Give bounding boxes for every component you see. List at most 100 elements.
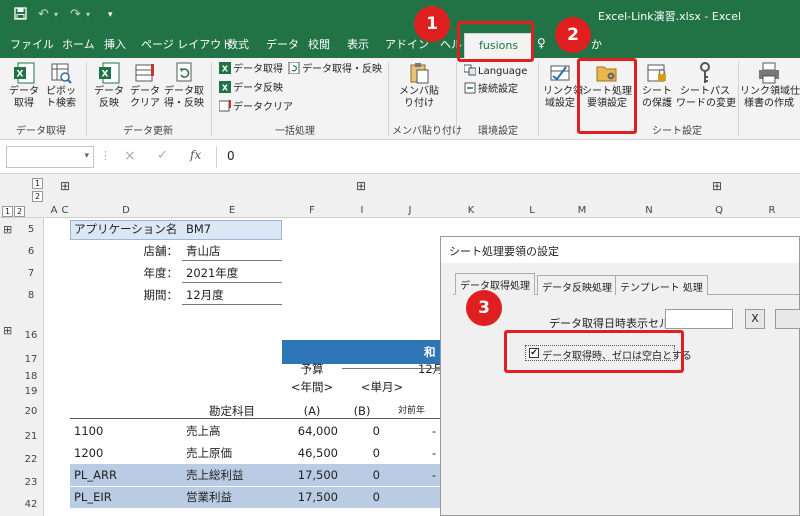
sheet-password-button[interactable]: シートパス ワードの変更 (676, 62, 736, 110)
tab-view[interactable]: 表示 (347, 36, 369, 52)
account-name[interactable]: 売上高 (186, 420, 221, 442)
tab-tell-me[interactable]: か (591, 36, 602, 52)
column-header-r[interactable]: R (744, 204, 800, 218)
expand-columns-icon[interactable]: ⊞ (356, 179, 366, 193)
account-name[interactable]: 売上総利益 (186, 464, 244, 486)
expand-rows-icon[interactable]: ⊞ (3, 223, 12, 236)
column-header-l[interactable]: L (504, 204, 560, 218)
column-header-j[interactable]: J (382, 204, 438, 218)
annual-value[interactable]: 46,500 (282, 442, 338, 464)
column-level-1-button[interactable]: 1 (32, 178, 43, 189)
column-header-a[interactable]: A (49, 204, 59, 218)
tab-data-reflect-process[interactable]: データ反映処理 (537, 275, 617, 295)
column-header-f[interactable]: F (282, 204, 342, 218)
account-code[interactable]: PL_ARR (74, 464, 117, 486)
column-level-2-button[interactable]: 2 (32, 191, 43, 202)
data-clear-button[interactable]: データ クリア (128, 62, 162, 110)
column-header-i[interactable]: I (342, 204, 382, 218)
column-header-n[interactable]: N (604, 204, 694, 218)
column-header-c[interactable]: C (60, 204, 70, 218)
tab-formulas[interactable]: 数式 (227, 36, 249, 52)
column-header-d[interactable]: D (70, 204, 182, 218)
name-box[interactable]: ▾ (6, 146, 94, 168)
extra-button[interactable] (775, 309, 800, 329)
quick-access-customize-icon[interactable]: ▾ (108, 7, 113, 23)
row-header-23[interactable]: 23 (20, 477, 42, 488)
monthly-value[interactable]: 0 (342, 420, 380, 442)
insert-function-icon[interactable]: fx (190, 148, 201, 162)
data-get-reflect-button[interactable]: データ取 得・反映 (164, 62, 204, 110)
tab-review[interactable]: 校閲 (308, 36, 330, 52)
batch-data-clear-button[interactable]: データクリア (219, 100, 293, 115)
undo-dropdown-icon[interactable]: ▾ (54, 7, 58, 23)
yoy-value[interactable]: - (432, 420, 436, 442)
account-code[interactable]: PL_EIR (74, 486, 112, 508)
annual-value[interactable]: 17,500 (282, 486, 338, 508)
account-code[interactable]: 1200 (74, 442, 103, 464)
monthly-value[interactable]: 0 (342, 442, 380, 464)
batch-data-get-reflect-button[interactable]: データ取得・反映 (288, 62, 382, 77)
connect-settings-button[interactable]: 接続設定 (464, 82, 518, 97)
expand-columns-icon[interactable]: ⊞ (712, 179, 722, 193)
expand-columns-icon[interactable]: ⊞ (60, 179, 70, 193)
row-header-16[interactable]: 16 (20, 330, 42, 341)
store-value[interactable]: 青山店 (186, 240, 221, 262)
batch-data-get-button[interactable]: X データ取得 (219, 62, 283, 77)
data-get-button[interactable]: X データ 取得 (6, 62, 42, 110)
formula-input[interactable]: 0 (216, 146, 800, 168)
row-level-2-button[interactable]: 2 (14, 206, 25, 217)
annual-value[interactable]: 64,000 (282, 420, 338, 442)
row-level-1-button[interactable]: 1 (2, 206, 13, 217)
save-icon[interactable] (14, 7, 27, 25)
tab-data-get-process[interactable]: データ取得処理 (455, 273, 535, 295)
member-paste-button[interactable]: メンバ貼 り付け (396, 62, 442, 110)
tab-file[interactable]: ファイル (10, 36, 54, 52)
lightbulb-icon[interactable]: ♀ (537, 36, 546, 50)
row-header-7[interactable]: 7 (20, 268, 42, 279)
yoy-value[interactable]: - (432, 442, 436, 464)
link-area-doc-button[interactable]: リンク領域仕 様書の作成 (740, 62, 800, 110)
redo-dropdown-icon[interactable]: ▾ (86, 7, 90, 23)
account-name[interactable]: 営業利益 (186, 486, 232, 508)
undo-icon[interactable]: ↶ (38, 7, 49, 23)
cancel-entry-icon[interactable]: × (124, 148, 136, 164)
dialog-title-bar[interactable]: シート処理要領の設定 (441, 237, 799, 263)
row-header-17[interactable]: 17 (20, 354, 42, 365)
account-code[interactable]: 1100 (74, 420, 103, 442)
tab-template-process[interactable]: テンプレート 処理 (615, 275, 708, 295)
row-header-22[interactable]: 22 (20, 454, 42, 465)
row-header-21[interactable]: 21 (20, 431, 42, 442)
language-button[interactable]: Language (464, 64, 527, 79)
row-header-20[interactable]: 20 (20, 406, 42, 417)
batch-data-reflect-button[interactable]: X データ反映 (219, 81, 283, 96)
tab-page-layout[interactable]: ページ レイアウト (141, 36, 232, 52)
name-box-dropdown-icon[interactable]: ▾ (84, 151, 89, 161)
account-name[interactable]: 売上原価 (186, 442, 232, 464)
data-reflect-button[interactable]: X データ 反映 (92, 62, 126, 110)
column-header-k[interactable]: K (438, 204, 504, 218)
yoy-value[interactable]: - (432, 464, 436, 486)
tab-data[interactable]: データ (266, 36, 299, 52)
row-header-19[interactable]: 19 (20, 386, 42, 397)
monthly-value[interactable]: 0 (342, 464, 380, 486)
confirm-entry-icon[interactable]: ✓ (157, 148, 168, 163)
row-header-18[interactable]: 18 (20, 371, 42, 382)
app-name-value[interactable]: BM7 (186, 218, 211, 240)
row-header-42[interactable]: 42 (20, 499, 42, 510)
row-header-5[interactable]: 5 (20, 224, 42, 235)
column-header-e[interactable]: E (182, 204, 282, 218)
annual-value[interactable]: 17,500 (282, 464, 338, 486)
row-header-6[interactable]: 6 (20, 246, 42, 257)
pivot-search-button[interactable]: ピボッ ト検索 (42, 62, 80, 110)
tab-home[interactable]: ホーム (62, 36, 95, 52)
clear-cell-button[interactable]: X (745, 309, 765, 329)
period-value[interactable]: 12月度 (186, 284, 224, 306)
year-value[interactable]: 2021年度 (186, 262, 238, 284)
column-header-m[interactable]: M (560, 204, 604, 218)
link-area-settings-button[interactable]: リンク領 域設定 (543, 62, 583, 110)
datetime-cell-input[interactable] (665, 309, 733, 329)
monthly-value[interactable]: 0 (342, 486, 380, 508)
column-header-q[interactable]: Q (694, 204, 744, 218)
tab-insert[interactable]: 挿入 (104, 36, 126, 52)
sheet-protect-button[interactable]: シート の保護 (640, 62, 674, 110)
